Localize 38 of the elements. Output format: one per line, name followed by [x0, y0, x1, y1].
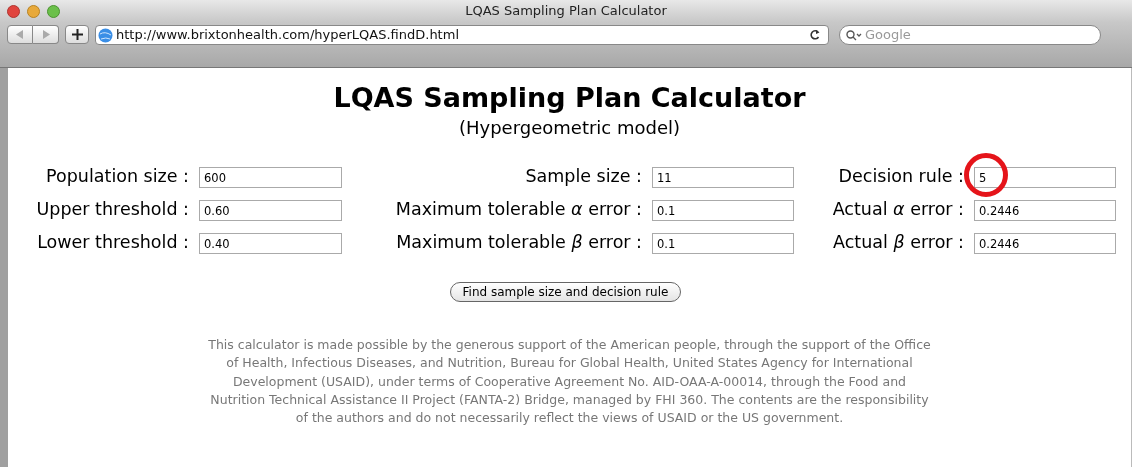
input-field[interactable]: 0.2446	[974, 200, 1116, 221]
field-label: Maximum tolerable β error :	[395, 231, 642, 255]
plus-icon	[71, 29, 83, 40]
field-label: Actual β error :	[832, 231, 964, 255]
field-label: Upper threshold :	[35, 198, 189, 222]
globe-icon	[98, 27, 113, 43]
input-field[interactable]: 0.1	[652, 200, 794, 221]
input-field[interactable]: 0.60	[199, 200, 342, 221]
page-subheading: (Hypergeometric model)	[457, 116, 682, 140]
add-bookmark-button[interactable]	[65, 25, 89, 44]
window-title: LQAS Sampling Plan Calculator	[465, 2, 667, 21]
field-label: Population size :	[45, 165, 189, 189]
forward-icon	[41, 30, 50, 39]
input-field[interactable]: 11	[652, 167, 794, 188]
input-field[interactable]: 0.2446	[974, 233, 1116, 254]
back-icon	[16, 30, 24, 39]
field-label: Sample size :	[524, 165, 642, 189]
find-button[interactable]: Find sample size and decision rule	[449, 282, 682, 302]
field-label: Decision rule :	[837, 165, 964, 189]
url-text: http://www.brixtonhealth.com/hyperLQAS.findD.html	[116, 26, 460, 45]
search-icon	[846, 29, 862, 41]
field-label: Lower threshold :	[36, 231, 189, 255]
acknowledgement-text: This calculator is made possible by the generous support of the American people, through the support of the Office of Health, Infectious Diseases, and Nutrition, Bureau for Global Health, United States Agency for International Development (USAID), under terms of Cooperative Agreement No. AID-OAA-A-00014, through the Food and Nutrition Technical Assistance II Project (FANTA-2) Bridge, managed by FHI 360. The contents are the responsibility of the authors and do not necessarily reflect the views of USAID or the US government.	[207, 336, 932, 428]
page-heading: LQAS Sampling Plan Calculator	[332, 81, 807, 115]
field-label: Actual α error :	[831, 198, 964, 222]
input-field[interactable]: 0.1	[652, 233, 794, 254]
close-icon[interactable]	[7, 4, 20, 18]
input-field[interactable]: 600	[199, 167, 342, 188]
search-placeholder: Google	[865, 26, 911, 45]
zoom-icon[interactable]	[47, 4, 60, 18]
minimize-icon[interactable]	[27, 4, 40, 18]
back-button[interactable]	[7, 25, 33, 44]
reload-icon[interactable]	[809, 29, 820, 41]
forward-button[interactable]	[33, 25, 59, 44]
input-field[interactable]: 5	[974, 167, 1116, 188]
address-field[interactable]: http://www.brixtonhealth.com/hyperLQAS.findD.html	[95, 25, 829, 45]
input-field[interactable]: 0.40	[199, 233, 342, 254]
field-label: Maximum tolerable α error :	[394, 198, 642, 222]
